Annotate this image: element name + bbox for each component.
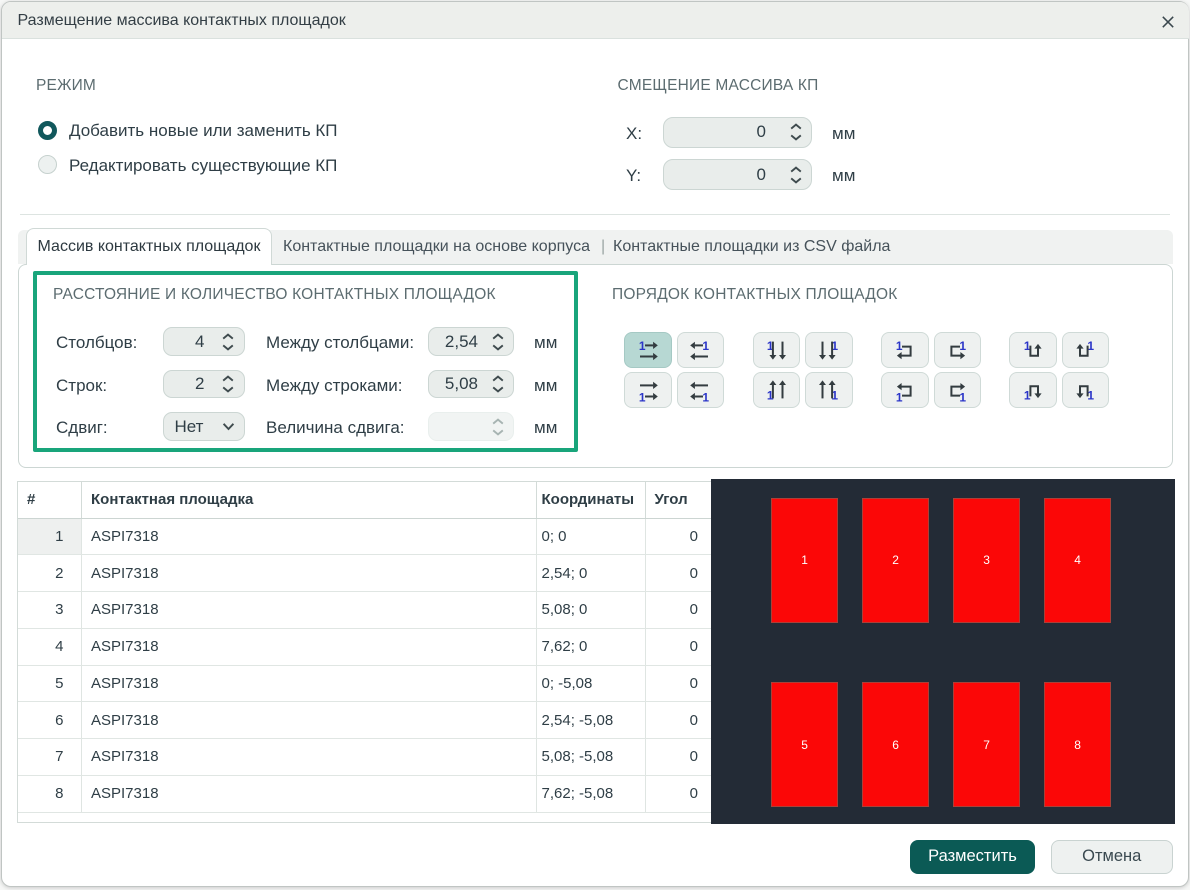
svg-text:1: 1 (896, 339, 903, 353)
svg-text:1: 1 (896, 390, 903, 402)
svg-text:1: 1 (639, 339, 646, 353)
svg-text:1: 1 (960, 339, 967, 353)
svg-text:1: 1 (960, 390, 967, 402)
svg-text:1: 1 (703, 339, 710, 353)
svg-text:1: 1 (639, 390, 646, 402)
svg-text:1: 1 (703, 390, 710, 402)
